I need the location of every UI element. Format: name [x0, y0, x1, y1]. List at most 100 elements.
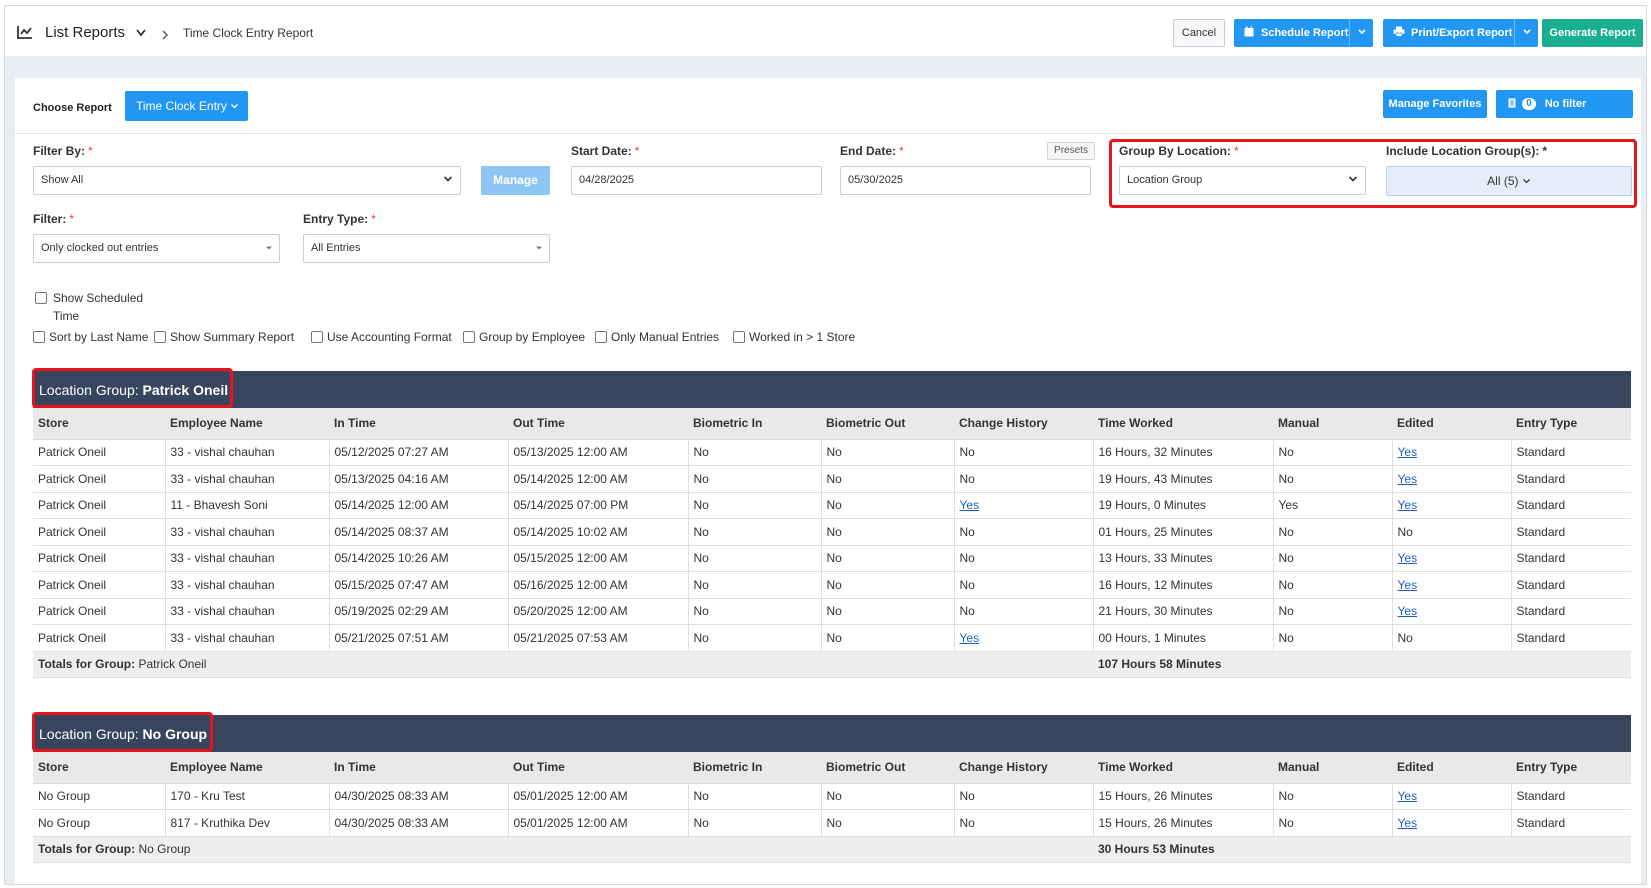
schedule-report-button[interactable]: Schedule Report: [1234, 19, 1373, 47]
calendar-icon: [1244, 19, 1254, 47]
cell-change-history: No: [953, 598, 1093, 625]
generate-report-button[interactable]: Generate Report: [1542, 19, 1643, 47]
checkbox-box[interactable]: [311, 331, 323, 343]
accounting-format-checkbox[interactable]: Use Accounting Format: [311, 330, 452, 346]
group-by-employee-checkbox[interactable]: Group by Employee: [463, 330, 588, 346]
table-row: Patrick Oneil 33 - vishal chauhan 05/14/20…: [33, 545, 1631, 572]
edited-link[interactable]: Yes: [1398, 789, 1418, 803]
cell-change-history: Yes: [953, 492, 1093, 519]
checkbox-box[interactable]: [35, 292, 47, 304]
column-header-change-history: Change History: [954, 752, 1093, 784]
top-header: List Reports Time Clock Entry Report Can…: [5, 6, 1646, 56]
chevron-down-icon: [1348, 167, 1358, 194]
group-by-location-select[interactable]: Location Group: [1119, 166, 1366, 195]
cell-edited: Yes: [1391, 545, 1511, 572]
column-header-time-worked: Time Worked: [1093, 408, 1273, 440]
filter-status-button[interactable]: 0 No filter selected: [1496, 90, 1633, 138]
edited-link[interactable]: Yes: [1398, 472, 1418, 486]
checkbox-box[interactable]: [154, 331, 166, 343]
end-date-input[interactable]: 05/30/2025: [840, 166, 1091, 195]
cell-out-time: 05/01/2025 12:00 AM: [507, 783, 688, 810]
group-by-location-label: Group By Location: *: [1119, 144, 1239, 158]
cell-time-worked: 19 Hours, 0 Minutes: [1092, 492, 1273, 519]
print-export-label: Print/Export Report: [1411, 27, 1513, 39]
group-header-patrick-oneil: Location Group: Patrick Oneil: [33, 371, 1631, 408]
table-row: Patrick Oneil 33 - vishal chauhan 05/19/20…: [33, 598, 1631, 625]
cell-change-history: No: [953, 465, 1093, 493]
print-export-button[interactable]: Print/Export Report: [1383, 19, 1538, 47]
show-scheduled-label: Show Scheduled: [53, 291, 144, 305]
caret-down-icon: [266, 235, 272, 262]
report-table: Store Employee Name In Time Out Time Biometr…: [33, 752, 1631, 863]
table-row: Patrick Oneil 33 - vishal chauhan 05/21/20…: [33, 624, 1631, 652]
chevron-down-icon: [1522, 174, 1531, 188]
presets-button[interactable]: Presets: [1047, 142, 1095, 160]
edited-link[interactable]: Yes: [1398, 551, 1418, 565]
printer-icon: [1393, 19, 1405, 47]
checkbox-box[interactable]: [595, 331, 607, 343]
cell-manual: Yes: [1272, 492, 1392, 519]
choose-report-dropdown[interactable]: Time Clock Entry: [125, 91, 248, 121]
cell-manual: No: [1272, 465, 1392, 493]
cell-manual: No: [1272, 809, 1392, 837]
group-by-employee-label: Group by Employee: [479, 330, 586, 344]
edited-link[interactable]: Yes: [1398, 604, 1418, 618]
cancel-button[interactable]: Cancel: [1173, 19, 1225, 47]
include-location-groups-dropdown[interactable]: All (5): [1386, 166, 1632, 196]
app-window: List Reports Time Clock Entry Report Can…: [4, 5, 1647, 885]
cell-biometric-in: No: [687, 545, 821, 572]
cell-employee-name: 33 - vishal chauhan: [164, 439, 329, 466]
checkbox-box[interactable]: [733, 331, 745, 343]
column-header-edited: Edited: [1392, 752, 1511, 784]
filter-by-select[interactable]: Show All: [33, 166, 461, 195]
manage-button[interactable]: Manage: [481, 166, 550, 195]
edited-link[interactable]: Yes: [1398, 445, 1418, 459]
edited-link[interactable]: Yes: [1398, 498, 1418, 512]
cell-biometric-in: No: [687, 809, 821, 837]
checkbox-box[interactable]: [463, 331, 475, 343]
cell-employee-name: 817 - Kruthika Dev: [164, 809, 329, 837]
show-scheduled-label-2: Time: [53, 309, 80, 323]
manage-favorites-button[interactable]: Manage Favorites: [1383, 90, 1487, 118]
start-date-input[interactable]: 04/28/2025: [571, 166, 822, 195]
column-header-out-time: Out Time: [508, 408, 688, 440]
highlight-box: [32, 368, 233, 408]
cell-employee-name: 33 - vishal chauhan: [164, 598, 329, 625]
worked-store-label: Worked in > 1 Store: [749, 330, 856, 344]
chevron-down-icon[interactable]: [135, 27, 147, 41]
end-date-label: End Date: *: [840, 144, 904, 158]
column-header-time-worked: Time Worked: [1093, 752, 1273, 784]
column-header-store: Store: [33, 752, 165, 784]
cell-edited: Yes: [1391, 783, 1511, 810]
cell-change-history: Yes: [953, 624, 1093, 652]
manual-entries-checkbox[interactable]: Only Manual Entries: [595, 330, 720, 346]
edited-link[interactable]: Yes: [1398, 578, 1418, 592]
filter-select[interactable]: Only clocked out entries: [33, 234, 280, 263]
checkbox-box[interactable]: [33, 331, 45, 343]
cell-change-history: No: [953, 545, 1093, 572]
cell-change-history: No: [953, 518, 1093, 546]
cell-entry-type: Standard: [1510, 518, 1631, 546]
cell-time-worked: 00 Hours, 1 Minutes: [1092, 624, 1273, 652]
entry-type-select[interactable]: All Entries: [303, 234, 550, 263]
schedule-dropdown-toggle[interactable]: [1349, 19, 1373, 47]
cell-employee-name: 33 - vishal chauhan: [164, 624, 329, 652]
table-row: Patrick Oneil 33 - vishal chauhan 05/14/20…: [33, 518, 1631, 546]
show-summary-checkbox[interactable]: Show Summary Report: [154, 330, 294, 346]
print-dropdown-toggle[interactable]: [1514, 19, 1538, 47]
column-header-entry-type: Entry Type: [1511, 408, 1631, 440]
filter-count-badge: 0: [1522, 98, 1536, 110]
change-history-link[interactable]: Yes: [960, 498, 980, 512]
column-header-edited: Edited: [1392, 408, 1511, 440]
cell-time-worked: 13 Hours, 33 Minutes: [1092, 545, 1273, 572]
page-title: List Reports: [45, 24, 126, 41]
edited-link[interactable]: Yes: [1398, 816, 1418, 830]
worked-store-checkbox[interactable]: Worked in > 1 Store: [733, 330, 858, 346]
include-location-groups-label: Include Location Group(s): *: [1386, 144, 1547, 158]
start-date-label: Start Date: *: [571, 144, 640, 158]
accounting-format-label: Use Accounting Format: [327, 330, 452, 344]
sort-last-name-checkbox[interactable]: Sort by Last Name: [33, 330, 153, 346]
change-history-link[interactable]: Yes: [960, 631, 980, 645]
totals-label: Totals for Group: No Group: [33, 836, 1093, 863]
show-scheduled-time-checkbox[interactable]: Show Scheduled Time: [35, 291, 165, 325]
